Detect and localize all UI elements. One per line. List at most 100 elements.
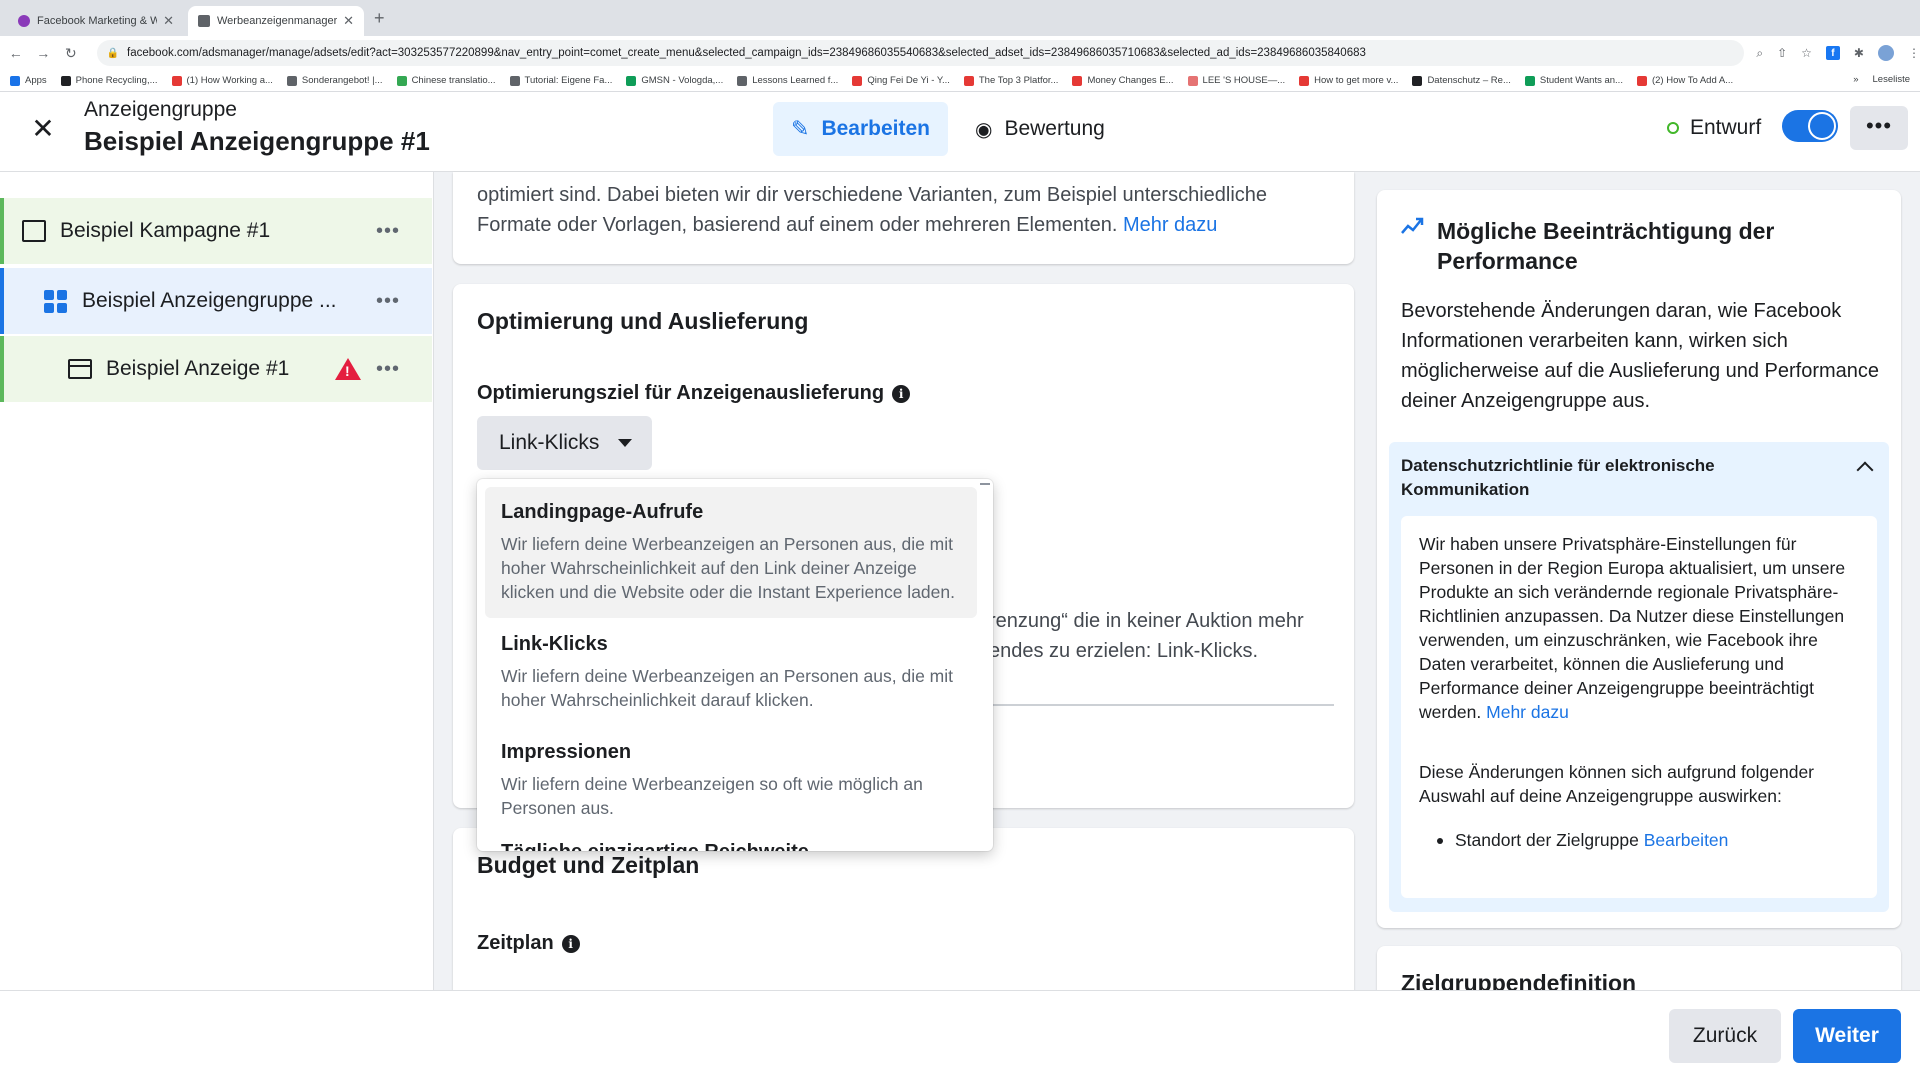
browser-tab[interactable]: Facebook Marketing & Werbe… ✕ — [8, 6, 184, 36]
optimization-goal-label: Optimierungsziel für Anzeigenauslieferun… — [477, 382, 911, 405]
bookmark-item[interactable]: Phone Recycling,... — [60, 75, 158, 86]
app-header: ✕ Anzeigengruppe Beispiel Anzeigengruppe… — [0, 92, 1920, 172]
caret-down-icon — [618, 439, 632, 447]
tree-item-adset[interactable]: Beispiel Anzeigengruppe ... ••• — [0, 268, 432, 334]
bookmark-item[interactable]: The Top 3 Platfor... — [963, 75, 1059, 86]
next-button[interactable]: Weiter — [1793, 1009, 1901, 1063]
bookmark-icon — [171, 75, 182, 86]
review-mode-label: Bewertung — [1004, 117, 1105, 140]
bookmark-item[interactable]: Lessons Learned f... — [737, 75, 838, 86]
bookmark-icon — [1072, 75, 1083, 86]
option-description: Wir liefern deine Werbeanzeigen an Perso… — [501, 666, 954, 710]
bookmark-item[interactable]: Qing Fei De Yi - Y... — [852, 75, 950, 86]
facebook-extension-icon[interactable]: f — [1825, 46, 1840, 60]
back-arrow-icon[interactable]: ← — [4, 45, 28, 61]
bullet-icon — [1437, 837, 1443, 844]
dropdown-option[interactable]: Landingpage-Aufrufe Wir liefern deine We… — [485, 487, 977, 618]
partially-hidden-text: renzung“ die in keiner Auktion mehr ende… — [989, 606, 1334, 666]
bookmark-label: The Top 3 Platfor... — [978, 75, 1059, 86]
bookmark-label: Student Wants an... — [1539, 75, 1623, 86]
close-icon[interactable]: ✕ — [28, 114, 58, 144]
bookmark-item[interactable]: Money Changes E... — [1072, 75, 1174, 86]
bookmark-item[interactable]: Tutorial: Eigene Fa... — [509, 75, 612, 86]
edit-mode-label: Bearbeiten — [821, 117, 930, 140]
footer-bar: Zurück Weiter — [0, 990, 1920, 1080]
bookmark-item[interactable]: GMSN - Vologda,... — [626, 75, 723, 86]
tree-item-label: Beispiel Anzeigengruppe ... — [82, 289, 337, 312]
info-icon[interactable]: i — [561, 934, 580, 953]
field-label-text: Zeitplan — [477, 932, 554, 954]
partial-line: endes zu erzielen: Link-Klicks. — [989, 640, 1259, 662]
back-button[interactable]: Zurück — [1669, 1009, 1781, 1063]
bookmark-item[interactable]: Sonderangebot! |... — [286, 75, 383, 86]
bookmark-item[interactable]: LEE 'S HOUSE—... — [1187, 75, 1285, 86]
tree-item-campaign[interactable]: Beispiel Kampagne #1 ••• — [0, 198, 432, 264]
browser-tab-active[interactable]: Werbeanzeigenmanager - We… ✕ — [188, 6, 364, 36]
profile-avatar[interactable] — [1877, 45, 1894, 61]
dropdown-option[interactable]: Link-Klicks Wir liefern deine Werbeanzei… — [485, 619, 977, 726]
puzzle-icon[interactable]: ✱ — [1854, 46, 1864, 60]
learn-more-link[interactable]: Mehr dazu — [1486, 702, 1569, 722]
more-options-button[interactable]: ••• — [1850, 106, 1908, 150]
chevron-up-icon[interactable] — [1856, 461, 1874, 479]
scrollbar[interactable] — [980, 483, 990, 485]
dropdown-option-peek[interactable]: Tägliche einzigartige Reichweite — [501, 841, 809, 851]
trend-icon — [1401, 217, 1424, 234]
edit-mode-button[interactable]: ✎ Bearbeiten — [773, 102, 948, 156]
bookmark-item[interactable]: Datenschutz – Re... — [1412, 75, 1511, 86]
budget-card: Budget und Zeitplan Zeitplan i — [453, 828, 1354, 1008]
favicon-icon — [18, 15, 30, 27]
close-tab-icon[interactable]: ✕ — [343, 13, 354, 29]
info-icon[interactable]: i — [892, 384, 911, 403]
option-title: Impressionen — [501, 741, 632, 763]
option-title: Landingpage-Aufrufe — [501, 501, 704, 523]
list-item: Standort der Zielgruppe Bearbeiten — [1437, 830, 1728, 851]
url-field[interactable]: 🔒 facebook.com/adsmanager/manage/adsets/… — [96, 40, 1745, 66]
review-mode-button[interactable]: ◉ Bewertung — [975, 102, 1125, 156]
bookmark-item[interactable]: (2) How To Add A... — [1636, 75, 1734, 86]
bookmarks-bar: Apps Phone Recycling,... (1) How Working a… — [0, 70, 1920, 92]
option-title: Link-Klicks — [501, 633, 608, 655]
tree-item-ad[interactable]: Beispiel Anzeige #1 ••• — [0, 336, 432, 402]
bookmark-icon — [737, 75, 748, 86]
warning-icon[interactable] — [335, 358, 361, 380]
reading-list-button[interactable]: Leseliste — [1873, 74, 1911, 85]
eye-icon: ◉ — [975, 118, 993, 141]
campaign-tree-sidebar: Beispiel Kampagne #1 ••• Beispiel Anzeig… — [0, 172, 434, 990]
reload-icon[interactable]: ↻ — [59, 45, 83, 62]
edit-link[interactable]: Bearbeiten — [1644, 830, 1729, 851]
star-icon[interactable]: ☆ — [1801, 46, 1812, 60]
menu-icon[interactable]: ⋮ — [1908, 46, 1920, 60]
schedule-label: Zeitplan i — [477, 932, 580, 955]
bookmark-label: Datenschutz – Re... — [1427, 75, 1511, 86]
forward-arrow-icon[interactable]: → — [32, 45, 56, 61]
bookmark-item[interactable]: Chinese translatio... — [396, 75, 496, 86]
new-tab-button[interactable]: + — [374, 8, 385, 29]
bookmarks-overflow-button[interactable]: » — [1853, 74, 1858, 85]
divider — [989, 704, 1334, 706]
card-description: optimiert sind. Dabei bieten wir dir ver… — [477, 180, 1337, 240]
more-options-icon[interactable]: ••• — [376, 220, 400, 243]
bookmark-item[interactable]: How to get more v... — [1299, 75, 1398, 86]
selected-value: Link-Klicks — [499, 431, 600, 454]
optimization-goal-select[interactable]: Link-Klicks — [477, 416, 652, 470]
more-options-icon[interactable]: ••• — [376, 358, 400, 381]
dropdown-option[interactable]: Impressionen Wir liefern deine Werbeanze… — [485, 727, 977, 834]
share-icon[interactable]: ⇧ — [1777, 46, 1787, 60]
bookmark-item[interactable]: Apps — [10, 75, 47, 86]
publish-toggle[interactable] — [1782, 110, 1838, 142]
close-tab-icon[interactable]: ✕ — [163, 13, 174, 29]
accordion-title[interactable]: Datenschutzrichtlinie für elektronische … — [1401, 454, 1841, 502]
bookmark-label: Apps — [25, 75, 47, 86]
bookmark-label: Qing Fei De Yi - Y... — [867, 75, 950, 86]
zoom-icon[interactable]: ⌕ — [1756, 46, 1763, 61]
learn-more-link[interactable]: Mehr dazu — [1123, 214, 1218, 236]
more-options-icon[interactable]: ••• — [376, 290, 400, 313]
bookmark-label: Sonderangebot! |... — [301, 75, 383, 86]
adset-grid-icon — [44, 289, 68, 313]
performance-warning-card: Mögliche Beeinträchtigung der Performanc… — [1377, 190, 1901, 928]
bookmark-item[interactable]: (1) How Working a... — [171, 75, 273, 86]
dynamic-creative-card: optimiert sind. Dabei bieten wir dir ver… — [453, 172, 1354, 264]
bookmark-label: (2) How To Add A... — [1651, 75, 1734, 86]
bookmark-item[interactable]: Student Wants an... — [1524, 75, 1623, 86]
